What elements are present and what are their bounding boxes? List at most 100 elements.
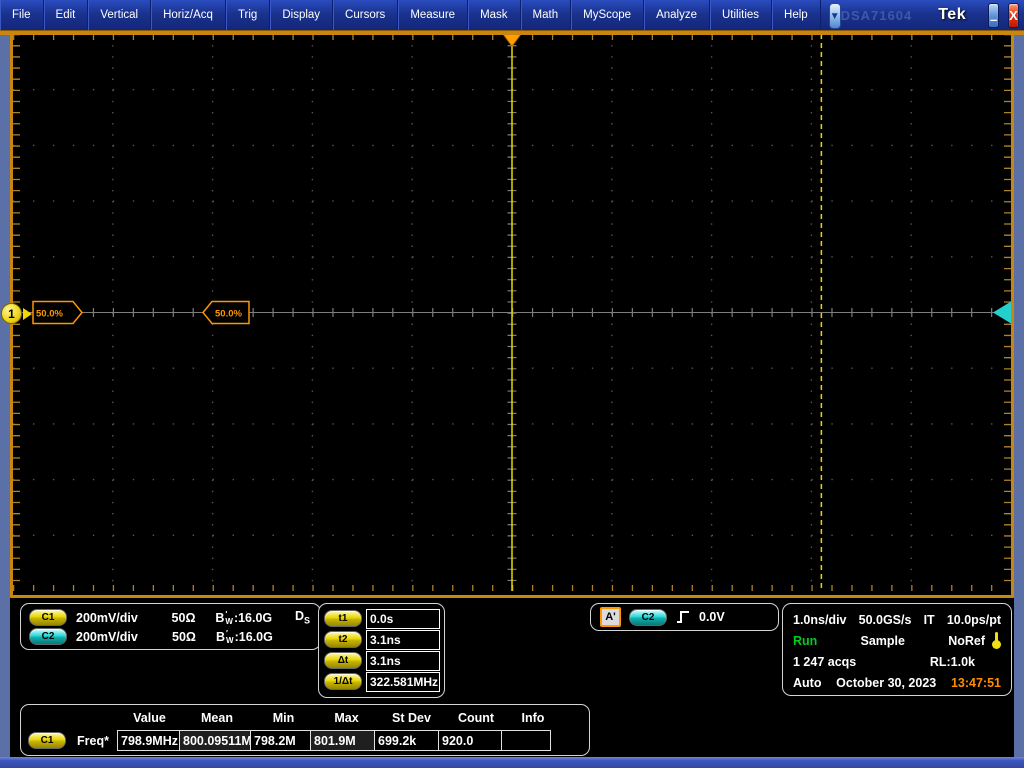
measurement-name: Freq* [77, 734, 109, 748]
acquisition-state-row: Run Sample NoRef [793, 630, 1001, 651]
trigger-level: 0.0V [699, 610, 725, 624]
acquisition-panel: 1.0ns/div 50.0GS/s IT 10.0ps/pt Run Samp… [782, 603, 1012, 696]
menu-item-file[interactable]: File [0, 0, 44, 30]
trigger-position-marker[interactable] [503, 34, 521, 46]
close-button[interactable]: X [1008, 3, 1019, 28]
meas-cell-max: 801.9M [310, 730, 375, 751]
meas-col-header-max: Max [314, 711, 379, 725]
meas-col-header-min: Min [253, 711, 314, 725]
oscilloscope-screen: FileEditVerticalHoriz/AcqTrigDisplayCurs… [0, 0, 1024, 768]
meas-col-header-count: Count [444, 711, 508, 725]
trigger-level-arrow[interactable] [993, 302, 1011, 324]
acq-count-row: 1 247 acqs RL:1.0k [793, 651, 1001, 672]
meas-col-header-mean: Mean [181, 711, 253, 725]
ch1-readout-row: C1 200mV/div 50Ω B ′W :16.0G DS [29, 608, 312, 627]
cursor-row-delta-t: Δt3.1ns [324, 650, 440, 671]
chevron-down-icon: ▼ [830, 11, 840, 22]
measurement-row: C1 Freq* 798.9MHz800.09511M798.2M801.9M699… [21, 728, 589, 753]
trigger-event-badge[interactable]: A' [600, 607, 621, 627]
ch1-position-marker[interactable]: 1 [1, 303, 32, 324]
meas-cell-value: 798.9MHz [117, 730, 180, 751]
meas-cell-count: 920.0 [438, 730, 502, 751]
run-state: Run [793, 634, 817, 648]
measurement-panel: ValueMeanMinMaxSt DevCountInfo C1 Freq* 79… [20, 704, 590, 756]
meas-col-header-info: Info [508, 711, 558, 725]
menu-item-math[interactable]: Math [521, 0, 572, 30]
tek-logo: Tek [938, 6, 966, 24]
cursor-t1-button[interactable]: t1 [324, 610, 362, 627]
cursor-inv-delta-t-button[interactable]: 1/Δt [324, 673, 362, 690]
menu-item-mask[interactable]: Mask [468, 0, 520, 30]
meas-source-badge[interactable]: C1 [28, 732, 66, 749]
meas-cell-info [501, 730, 551, 751]
display-top-border [0, 30, 1024, 35]
menu-item-help[interactable]: Help [772, 0, 821, 30]
acq-mode: Sample [861, 634, 905, 648]
ch2-scale: 200mV/div [76, 630, 172, 644]
meas-cell-min: 798.2M [250, 730, 311, 751]
cursor-delta-t-value[interactable]: 3.1ns [366, 651, 440, 671]
ch1-badge[interactable]: C1 [29, 609, 67, 626]
cursor-readout-panel: t10.0st23.1nsΔt3.1ns1/Δt322.581MHz [318, 603, 445, 698]
menu-item-cursors[interactable]: Cursors [333, 0, 398, 30]
meas-col-header-stdev: St Dev [379, 711, 444, 725]
thermometer-icon [992, 632, 1001, 649]
cursor-row-t1: t10.0s [324, 608, 440, 629]
trigger-mode: Auto [793, 676, 821, 690]
model-label: DSA71604 [841, 8, 913, 23]
sample-rate: 50.0GS/s [859, 613, 912, 627]
waveform-display: 50.0% 50.0% [10, 34, 1014, 598]
minimize-button[interactable]: – [988, 3, 999, 28]
cursor-t1-value[interactable]: 0.0s [366, 609, 440, 629]
time: 13:47:51 [951, 676, 1001, 690]
menu-item-analyze[interactable]: Analyze [644, 0, 710, 30]
cursor-row-t2: t23.1ns [324, 629, 440, 650]
bottom-taskbar-strip [0, 757, 1024, 768]
measurement-label: C1 Freq* [21, 732, 118, 749]
cursor-delta-t-button[interactable]: Δt [324, 652, 362, 669]
ref-state: NoRef [948, 634, 985, 648]
scope-graticule: 50.0% 50.0% [13, 34, 1011, 591]
menu-item-utilities[interactable]: Utilities [710, 0, 772, 30]
menu-item-vertical[interactable]: Vertical [88, 0, 151, 30]
acq-count: 1 247 acqs [793, 655, 856, 669]
menu-item-myscope[interactable]: MyScope [571, 0, 644, 30]
close-icon: X [1009, 8, 1018, 23]
ref-state-group: NoRef [948, 632, 1001, 649]
ch2-badge[interactable]: C2 [29, 628, 67, 645]
trigger-readout-panel: A' C2 0.0V [590, 603, 779, 631]
menu-item-trig[interactable]: Trig [226, 0, 270, 30]
ch1-bandwidth: B ′W :16.0G [215, 611, 295, 625]
meas-col-header-value: Value [118, 711, 181, 725]
menu-bar: FileEditVerticalHoriz/AcqTrigDisplayCurs… [0, 0, 1024, 30]
menu-item-edit[interactable]: Edit [44, 0, 89, 30]
meas-cell-mean: 800.09511M [179, 730, 251, 751]
rising-edge-icon [675, 609, 691, 625]
cursor-t2-value[interactable]: 3.1ns [366, 630, 440, 650]
minimize-icon: – [990, 12, 997, 27]
channel-readout-panel: C1 200mV/div 50Ω B ′W :16.0G DS C2 200mV… [20, 603, 321, 650]
menu-items: FileEditVerticalHoriz/AcqTrigDisplayCurs… [0, 0, 821, 30]
menu-item-horizacq[interactable]: Horiz/Acq [151, 0, 226, 30]
interp-mode: IT [924, 613, 935, 627]
meas-cell-stdev: 699.2k [374, 730, 439, 751]
cursor-t2-button[interactable]: t2 [324, 631, 362, 648]
ch2-readout-row: C2 200mV/div 50Ω B ′W :16.0G [29, 627, 312, 646]
trigger-source-badge[interactable]: C2 [629, 609, 667, 626]
record-length: RL:1.0k [930, 655, 1001, 669]
ch2-bandwidth: B ′W :16.0G [216, 630, 296, 644]
cursor-inv-delta-t-value[interactable]: 322.581MHz [366, 672, 440, 692]
ch1-marker-arrow-icon [23, 308, 32, 320]
ref-level-tag-right-label: 50.0% [215, 309, 242, 320]
menu-item-measure[interactable]: Measure [398, 0, 468, 30]
ref-level-tag-left-label: 50.0% [36, 309, 63, 320]
date-time-row: Auto October 30, 2023 13:47:51 [793, 672, 1001, 693]
ch1-marker-label: 1 [1, 303, 22, 324]
ch2-termination: 50Ω [172, 630, 216, 644]
measurement-header: ValueMeanMinMaxSt DevCountInfo [21, 708, 589, 728]
menu-item-display[interactable]: Display [270, 0, 333, 30]
date: October 30, 2023 [836, 676, 936, 690]
ch1-termination: 50Ω [172, 611, 216, 625]
timebase: 1.0ns/div [793, 613, 847, 627]
menu-dropdown-button[interactable]: ▼ [829, 3, 841, 29]
